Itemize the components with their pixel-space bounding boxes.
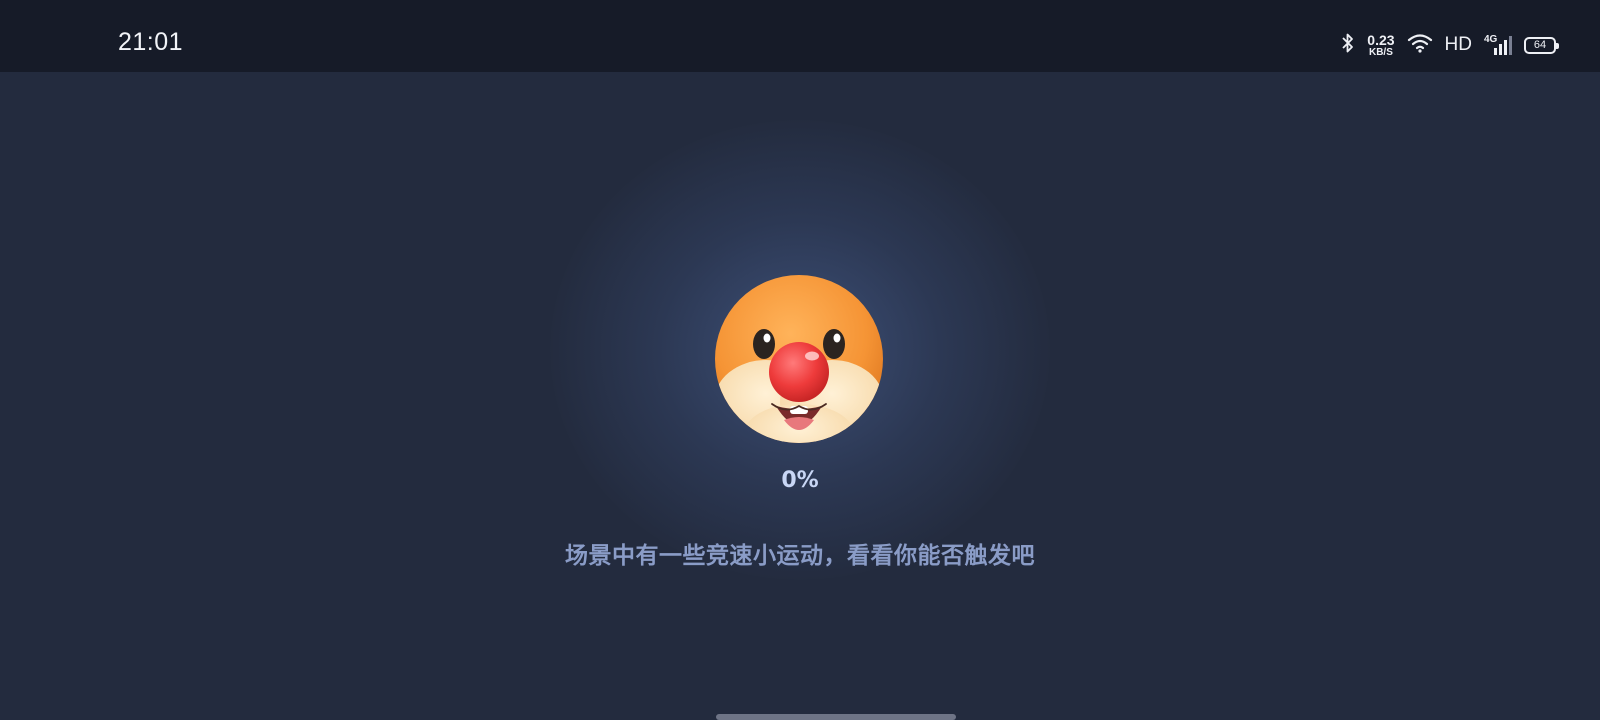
battery-level: 64 <box>1533 39 1547 51</box>
network-speed-unit: KB/S <box>1368 46 1393 58</box>
status-icons: 0.23 KB/S HD 4G 64 <box>1341 30 1559 60</box>
wifi-icon <box>1407 33 1433 57</box>
battery-icon: 64 <box>1524 36 1559 54</box>
cellular-signal-icon: 4G <box>1484 34 1512 56</box>
mascot-face-icon <box>715 275 883 443</box>
status-time: 21:01 <box>118 28 184 56</box>
bluetooth-icon <box>1341 32 1355 58</box>
status-bar: 21:01 0.23 KB/S HD 4G 64 <box>0 0 1600 72</box>
hd-indicator: HD <box>1444 34 1472 55</box>
loading-screen: 21:01 0.23 KB/S HD 4G 64 0% 场景中有一些竞速小运动，… <box>0 0 1600 720</box>
home-indicator[interactable] <box>716 714 956 720</box>
network-speed: 0.23 KB/S <box>1367 33 1394 58</box>
loading-tip: 场景中有一些竞速小运动，看看你能否触发吧 <box>565 543 1035 569</box>
network-speed-value: 0.23 <box>1367 31 1395 48</box>
loading-progress: 0% <box>781 468 819 493</box>
